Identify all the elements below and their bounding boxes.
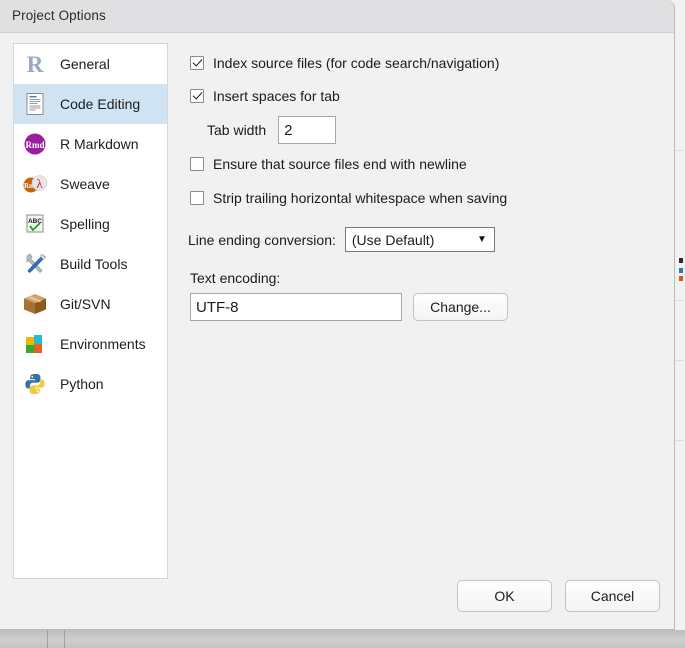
tab-width-row: Tab width 2 xyxy=(207,116,337,144)
index-source-files-checkbox[interactable] xyxy=(190,56,204,70)
text-encoding-label: Text encoding: xyxy=(190,270,281,286)
sidebar-item-spelling[interactable]: ABC Spelling xyxy=(14,204,167,244)
sidebar-item-label: Git/SVN xyxy=(60,296,111,312)
ensure-newline-row[interactable]: Ensure that source files end with newlin… xyxy=(190,156,467,172)
svg-text:Rmd: Rmd xyxy=(25,140,44,150)
wrench-screwdriver-icon xyxy=(22,251,48,277)
sidebar-item-git-svn[interactable]: Git/SVN xyxy=(14,284,167,324)
rmd-icon: Rmd xyxy=(22,131,48,157)
sidebar-item-label: Spelling xyxy=(60,216,110,232)
sidebar-item-code-editing[interactable]: Code Editing xyxy=(14,84,167,124)
rnw-pdf-icon: Rnw λ xyxy=(22,171,48,197)
line-ending-row[interactable]: Line ending conversion: (Use Default) ▼ xyxy=(188,227,495,252)
abc-check-icon: ABC xyxy=(22,211,48,237)
sidebar-item-label: Code Editing xyxy=(60,96,141,112)
line-ending-dropdown[interactable]: (Use Default) ▼ xyxy=(344,227,495,252)
index-source-files-label: Index source files (for code search/navi… xyxy=(213,55,500,71)
cancel-button[interactable]: Cancel xyxy=(565,580,660,612)
sidebar-item-label: General xyxy=(60,56,110,72)
project-options-dialog: Project Options R General Code Editing R… xyxy=(0,0,675,630)
dialog-title: Project Options xyxy=(12,8,106,23)
text-encoding-row: UTF-8 Change... xyxy=(190,293,508,321)
python-icon xyxy=(22,371,48,397)
insert-spaces-row[interactable]: Insert spaces for tab xyxy=(190,88,340,104)
sidebar-item-label: Environments xyxy=(60,336,146,352)
background-taskbar xyxy=(0,630,685,648)
svg-text:R: R xyxy=(27,52,44,77)
insert-spaces-label: Insert spaces for tab xyxy=(213,88,340,104)
code-editing-options-pane: Index source files (for code search/navi… xyxy=(183,43,660,559)
chevron-down-icon: ▼ xyxy=(476,233,487,245)
package-box-icon xyxy=(22,291,48,317)
insert-spaces-checkbox[interactable] xyxy=(190,89,204,103)
strip-trailing-label: Strip trailing horizontal whitespace whe… xyxy=(213,190,508,206)
sidebar-item-label: R Markdown xyxy=(60,136,139,152)
sidebar-item-label: Python xyxy=(60,376,104,392)
strip-trailing-checkbox[interactable] xyxy=(190,191,204,205)
sidebar-item-label: Sweave xyxy=(60,176,110,192)
strip-trailing-row[interactable]: Strip trailing horizontal whitespace whe… xyxy=(190,190,507,206)
text-encoding-input[interactable]: UTF-8 xyxy=(190,293,402,321)
color-blocks-icon xyxy=(22,331,48,357)
options-category-list[interactable]: R General Code Editing Rmd R Markdown Rn… xyxy=(13,43,168,579)
dialog-button-bar: OK Cancel xyxy=(457,580,660,612)
sidebar-item-sweave[interactable]: Rnw λ Sweave xyxy=(14,164,167,204)
sidebar-item-r-markdown[interactable]: Rmd R Markdown xyxy=(14,124,167,164)
svg-text:λ: λ xyxy=(36,176,43,191)
tab-width-label: Tab width xyxy=(207,122,267,138)
change-encoding-button[interactable]: Change... xyxy=(413,293,508,321)
text-encoding-label-row: Text encoding: xyxy=(190,270,280,286)
sidebar-item-python[interactable]: Python xyxy=(14,364,167,404)
tab-width-input[interactable]: 2 xyxy=(278,116,337,144)
sidebar-item-environments[interactable]: Environments xyxy=(14,324,167,364)
line-ending-value: (Use Default) xyxy=(351,231,435,248)
dialog-titlebar: Project Options xyxy=(0,0,674,33)
sidebar-item-general[interactable]: R General xyxy=(14,44,167,84)
ensure-newline-label: Ensure that source files end with newlin… xyxy=(213,156,467,172)
document-icon xyxy=(22,91,48,117)
r-logo-icon: R xyxy=(22,51,48,77)
ensure-newline-checkbox[interactable] xyxy=(190,157,204,171)
sidebar-item-build-tools[interactable]: Build Tools xyxy=(14,244,167,284)
ok-button[interactable]: OK xyxy=(457,580,552,612)
line-ending-label: Line ending conversion: xyxy=(188,231,336,248)
sidebar-item-label: Build Tools xyxy=(60,256,128,272)
index-source-files-row[interactable]: Index source files (for code search/navi… xyxy=(190,55,499,71)
